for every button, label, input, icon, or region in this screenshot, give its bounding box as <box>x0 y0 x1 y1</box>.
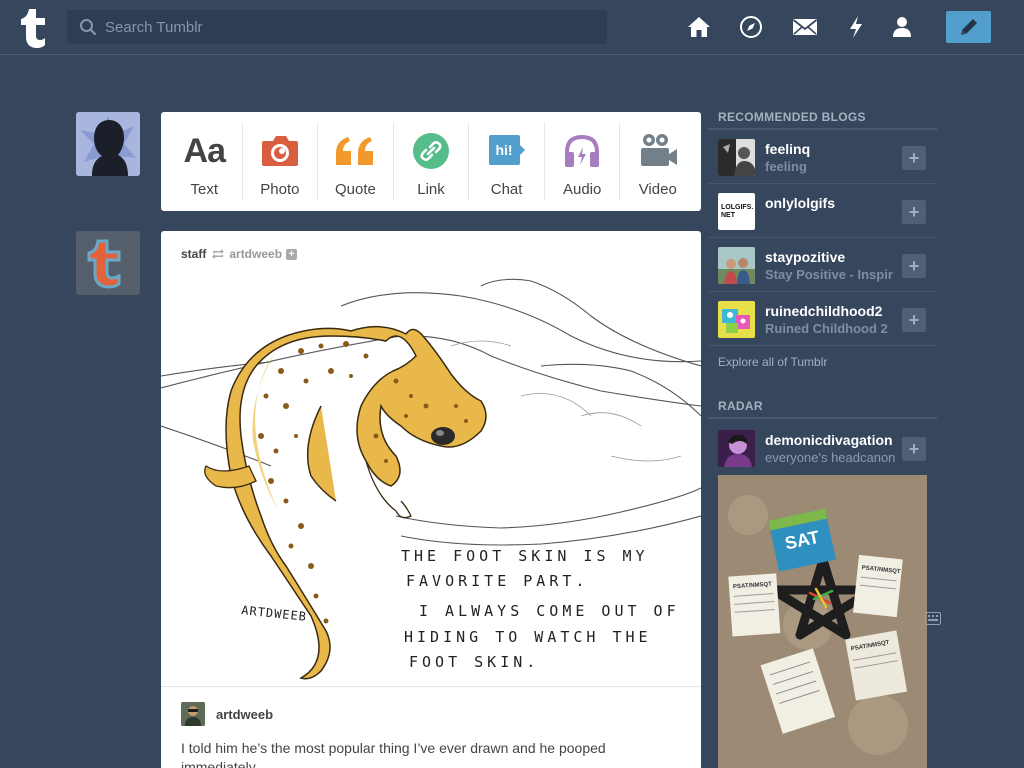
post-type-text[interactable]: Aa Text <box>167 122 243 201</box>
post-header: staff artdweeb + <box>181 246 298 262</box>
post-type-link[interactable]: Link <box>394 122 470 201</box>
activity-bolt-icon[interactable] <box>843 14 869 40</box>
post-blog-name[interactable]: staff <box>181 247 206 261</box>
recommended-blog-avatar[interactable] <box>718 301 755 338</box>
recommended-blog-row[interactable]: LOLGIFS. NET onlylolgifs + <box>708 184 937 238</box>
quote-icon <box>331 130 379 172</box>
follow-blog-button[interactable]: + <box>902 200 926 224</box>
staff-blog-avatar[interactable] <box>76 231 140 295</box>
account-person-icon[interactable] <box>889 14 915 40</box>
headphones-icon <box>558 130 606 172</box>
recommended-blog-name[interactable]: staypozitive <box>765 249 895 265</box>
avatar-logo-text: LOLGIFS. NET <box>721 204 754 219</box>
radar-blog-name[interactable]: demonicdivagation <box>765 432 895 448</box>
post-type-video[interactable]: Video <box>620 122 695 201</box>
recommended-blog-name[interactable]: ruinedchildhood2 <box>765 303 895 319</box>
radar-post-photo[interactable]: SAT PSAT/NMSQT PSAT/NMSQT PSAT/NMSQT <box>718 475 927 768</box>
follow-blog-button[interactable]: + <box>902 437 926 461</box>
follow-blog-button[interactable]: + <box>902 146 926 170</box>
recommended-blog-row[interactable]: feelinq feeling + <box>708 130 937 184</box>
radar-blog-row[interactable]: demonicdivagation everyone's headcanon + <box>708 421 937 475</box>
search-input[interactable] <box>105 10 595 44</box>
post-type-bar: Aa Text Photo Quote Link hi! Chat Audio <box>161 112 701 211</box>
post-divider <box>161 686 701 687</box>
tumblr-logo-icon[interactable] <box>16 6 52 48</box>
drawing-text-line: FOOT SKIN. <box>409 653 539 671</box>
explore-all-link[interactable]: Explore all of Tumblr <box>718 355 827 369</box>
camera-icon <box>256 130 304 172</box>
radar-blog-avatar[interactable] <box>718 430 755 467</box>
radar-blog-title: everyone's headcanon <box>765 450 895 465</box>
post-type-audio[interactable]: Audio <box>545 122 621 201</box>
recommended-blog-name[interactable]: feelinq <box>765 141 895 157</box>
recommended-blog-title: Stay Positive - Inspir <box>765 267 893 282</box>
post-type-label: Audio <box>562 181 602 198</box>
follow-blog-button[interactable]: + <box>902 254 926 278</box>
explore-compass-icon[interactable] <box>738 14 764 40</box>
chat-bubble-icon: hi! <box>483 130 531 172</box>
reblog-icon <box>212 249 225 259</box>
recommended-blog-avatar[interactable] <box>718 139 755 176</box>
section-divider <box>708 417 937 419</box>
radar-title: RADAR <box>718 399 763 413</box>
drawing-text-line: I ALWAYS COME OUT OF <box>419 602 680 620</box>
recommended-blog-row[interactable]: ruinedchildhood2 Ruined Childhood 2 + <box>708 292 937 346</box>
post-caption: I told him he’s the most popular thing I… <box>181 740 606 768</box>
recommended-blog-name[interactable]: onlylolgifs <box>765 195 895 211</box>
post-type-label: Text <box>190 181 219 198</box>
dashboard-post: staff artdweeb + ARTDWEEB THE FOOT SKIN … <box>161 231 701 768</box>
user-avatar[interactable] <box>76 112 140 176</box>
post-source-blog[interactable]: artdweeb <box>229 247 282 261</box>
post-type-photo[interactable]: Photo <box>243 122 319 201</box>
link-icon <box>407 130 455 172</box>
keyboard-shortcuts-icon[interactable] <box>925 612 941 625</box>
caption-header: artdweeb <box>181 702 273 726</box>
inbox-mail-icon[interactable] <box>792 14 818 40</box>
search-icon <box>80 19 97 36</box>
follow-source-button[interactable]: + <box>286 248 298 260</box>
drawing-text-line: THE FOOT SKIN IS MY <box>401 547 649 565</box>
post-type-chat[interactable]: hi! Chat <box>469 122 545 201</box>
drawing-text-line: HIDING TO WATCH THE <box>404 628 652 646</box>
video-camera-icon <box>634 130 682 172</box>
post-type-label: Photo <box>260 181 300 198</box>
recommended-blog-title: feeling <box>765 159 807 174</box>
recommended-blogs-title: RECOMMENDED BLOGS <box>718 110 866 124</box>
post-photo-gecko-drawing[interactable]: ARTDWEEB THE FOOT SKIN IS MY FAVORITE PA… <box>161 276 701 686</box>
svg-text:hi!: hi! <box>495 142 512 158</box>
recommended-blog-title: Ruined Childhood 2 <box>765 321 888 336</box>
caption-author-name[interactable]: artdweeb <box>216 707 273 722</box>
text-aa-icon: Aa <box>183 131 226 170</box>
post-type-quote[interactable]: Quote <box>318 122 394 201</box>
top-navigation-bar <box>0 0 1024 55</box>
recommended-blog-row[interactable]: staypozitive Stay Positive - Inspir + <box>708 238 937 292</box>
post-type-label: Video <box>638 181 677 198</box>
drawing-text-line: FAVORITE PART. <box>406 572 588 590</box>
recommended-blog-avatar[interactable] <box>718 247 755 284</box>
post-type-label: Quote <box>335 181 376 198</box>
search-box[interactable] <box>67 10 607 44</box>
home-icon[interactable] <box>686 14 712 40</box>
compose-post-button[interactable] <box>946 11 991 43</box>
recommended-blog-avatar[interactable]: LOLGIFS. NET <box>718 193 755 230</box>
follow-blog-button[interactable]: + <box>902 308 926 332</box>
post-type-label: Chat <box>490 181 523 198</box>
caption-author-avatar[interactable] <box>181 702 205 726</box>
post-type-label: Link <box>417 181 445 198</box>
pencil-icon <box>960 19 977 35</box>
